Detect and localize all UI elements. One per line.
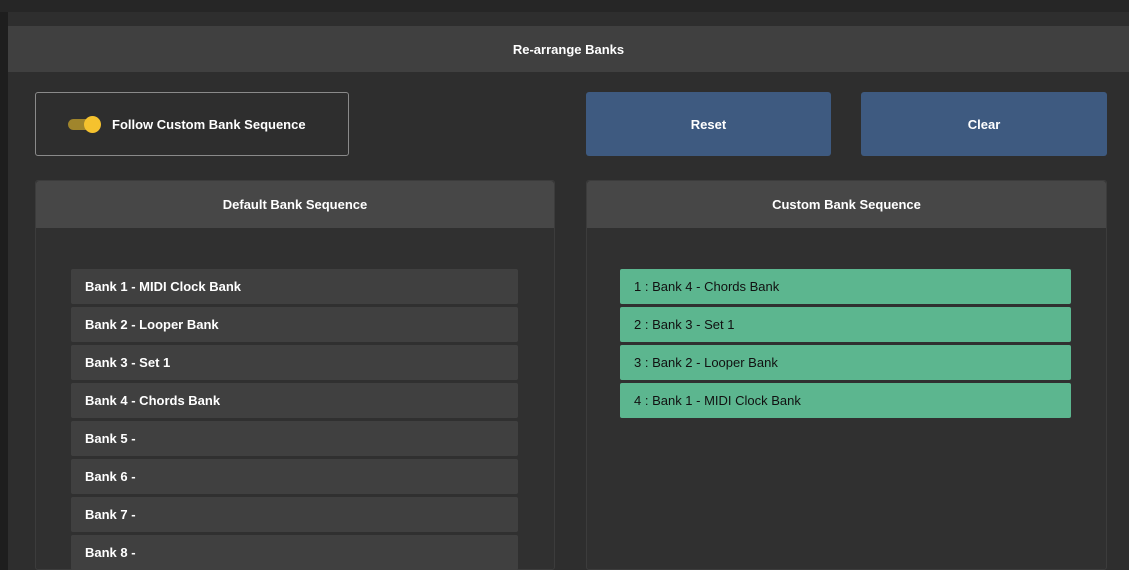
default-panel-title: Default Bank Sequence	[36, 181, 554, 228]
default-bank-item[interactable]: Bank 8 -	[71, 535, 518, 570]
custom-bank-item[interactable]: 1 : Bank 4 - Chords Bank	[620, 269, 1071, 304]
dialog-title: Re-arrange Banks	[8, 26, 1129, 72]
default-bank-item[interactable]: Bank 3 - Set 1	[71, 345, 518, 380]
custom-bank-item[interactable]: 4 : Bank 1 - MIDI Clock Bank	[620, 383, 1071, 418]
default-bank-item[interactable]: Bank 7 -	[71, 497, 518, 532]
follow-custom-sequence-label: Follow Custom Bank Sequence	[112, 116, 306, 132]
custom-bank-list: 1 : Bank 4 - Chords Bank 2 : Bank 3 - Se…	[620, 269, 1071, 421]
custom-bank-item[interactable]: 2 : Bank 3 - Set 1	[620, 307, 1071, 342]
follow-custom-sequence-toggle[interactable]: Follow Custom Bank Sequence	[35, 92, 349, 156]
default-bank-list: Bank 1 - MIDI Clock Bank Bank 2 - Looper…	[71, 269, 518, 570]
custom-bank-sequence-panel: Custom Bank Sequence 1 : Bank 4 - Chords…	[586, 180, 1107, 570]
rearrange-banks-dialog: Re-arrange Banks Follow Custom Bank Sequ…	[8, 12, 1129, 570]
default-bank-item[interactable]: Bank 4 - Chords Bank	[71, 383, 518, 418]
default-bank-item[interactable]: Bank 6 -	[71, 459, 518, 494]
default-bank-item[interactable]: Bank 1 - MIDI Clock Bank	[71, 269, 518, 304]
default-bank-item[interactable]: Bank 2 - Looper Bank	[71, 307, 518, 342]
app-window: Re-arrange Banks Follow Custom Bank Sequ…	[0, 0, 1129, 570]
default-bank-sequence-panel: Default Bank Sequence Bank 1 - MIDI Cloc…	[35, 180, 555, 570]
toggle-switch[interactable]	[68, 116, 102, 133]
reset-button[interactable]: Reset	[586, 92, 831, 156]
custom-bank-item[interactable]: 3 : Bank 2 - Looper Bank	[620, 345, 1071, 380]
custom-panel-title: Custom Bank Sequence	[587, 181, 1106, 228]
default-bank-item[interactable]: Bank 5 -	[71, 421, 518, 456]
clear-button[interactable]: Clear	[861, 92, 1107, 156]
toggle-knob	[84, 116, 101, 133]
top-strip	[0, 0, 1129, 12]
